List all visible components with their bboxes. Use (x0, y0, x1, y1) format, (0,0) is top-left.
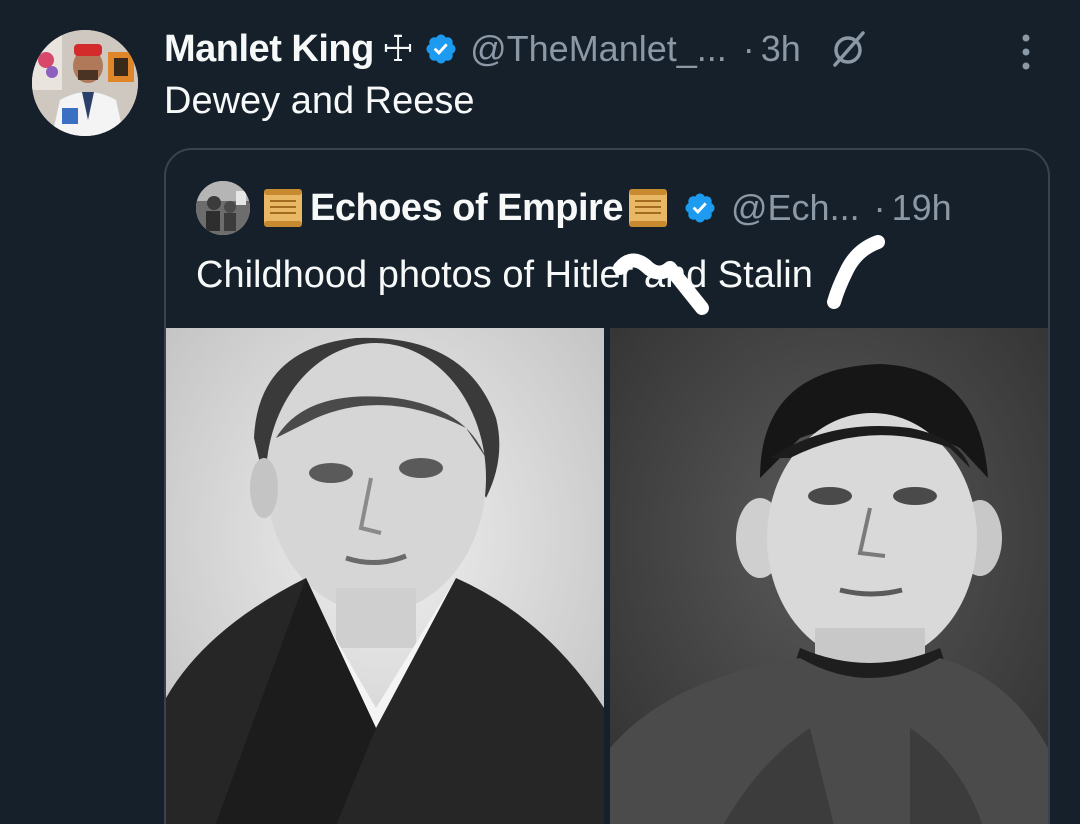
censor-scribble (827, 235, 885, 309)
quoted-timestamp[interactable]: 19h (892, 187, 952, 229)
verified-badge-icon (685, 193, 715, 223)
author-display-name[interactable]: Manlet King (164, 28, 374, 71)
author-avatar[interactable] (32, 30, 138, 136)
tweet-text: Dewey and Reese (164, 80, 475, 122)
quoted-tweet-header: Echoes of Empire @Ech... · 19h (196, 180, 952, 236)
left-photo[interactable] (166, 328, 604, 824)
tweet[interactable]: Manlet King ☩ @TheManlet_... · 3h Dewey … (0, 0, 1080, 824)
time-separator: · (742, 28, 755, 69)
quoted-tweet-text: Childhood photos of Hitler and Stalin (196, 254, 813, 297)
quoted-author-avatar[interactable] (196, 181, 250, 235)
tweet-header: Manlet King ☩ @TheManlet_... · 3h (164, 24, 1060, 74)
quoted-text-part1: Childhood photos of H (196, 254, 573, 296)
right-photo[interactable] (610, 328, 1048, 824)
quoted-text-part2: er and St (599, 254, 754, 296)
quoted-text-part3: lin (774, 254, 813, 296)
cross-symbol-icon: ☩ (381, 28, 415, 69)
scroll-icon (628, 189, 667, 227)
quoted-tweet[interactable]: Echoes of Empire @Ech... · 19h Childhood… (164, 148, 1050, 824)
quoted-media[interactable] (166, 328, 1048, 824)
tweet-timestamp[interactable]: 3h (761, 28, 801, 70)
quoted-time-separator: · (873, 187, 886, 228)
scroll-icon (264, 189, 302, 227)
quoted-text-censored1: itl (572, 254, 600, 296)
quoted-author-display-name[interactable]: Echoes of Empire (310, 187, 623, 230)
quoted-text-censored2: a (753, 254, 775, 296)
quoted-author-handle[interactable]: @Ech... (731, 187, 860, 229)
more-options-icon[interactable] (1020, 32, 1032, 72)
verified-badge-icon[interactable] (424, 32, 458, 66)
author-handle[interactable]: @TheManlet_... (470, 28, 727, 70)
grok-icon[interactable] (829, 29, 869, 69)
